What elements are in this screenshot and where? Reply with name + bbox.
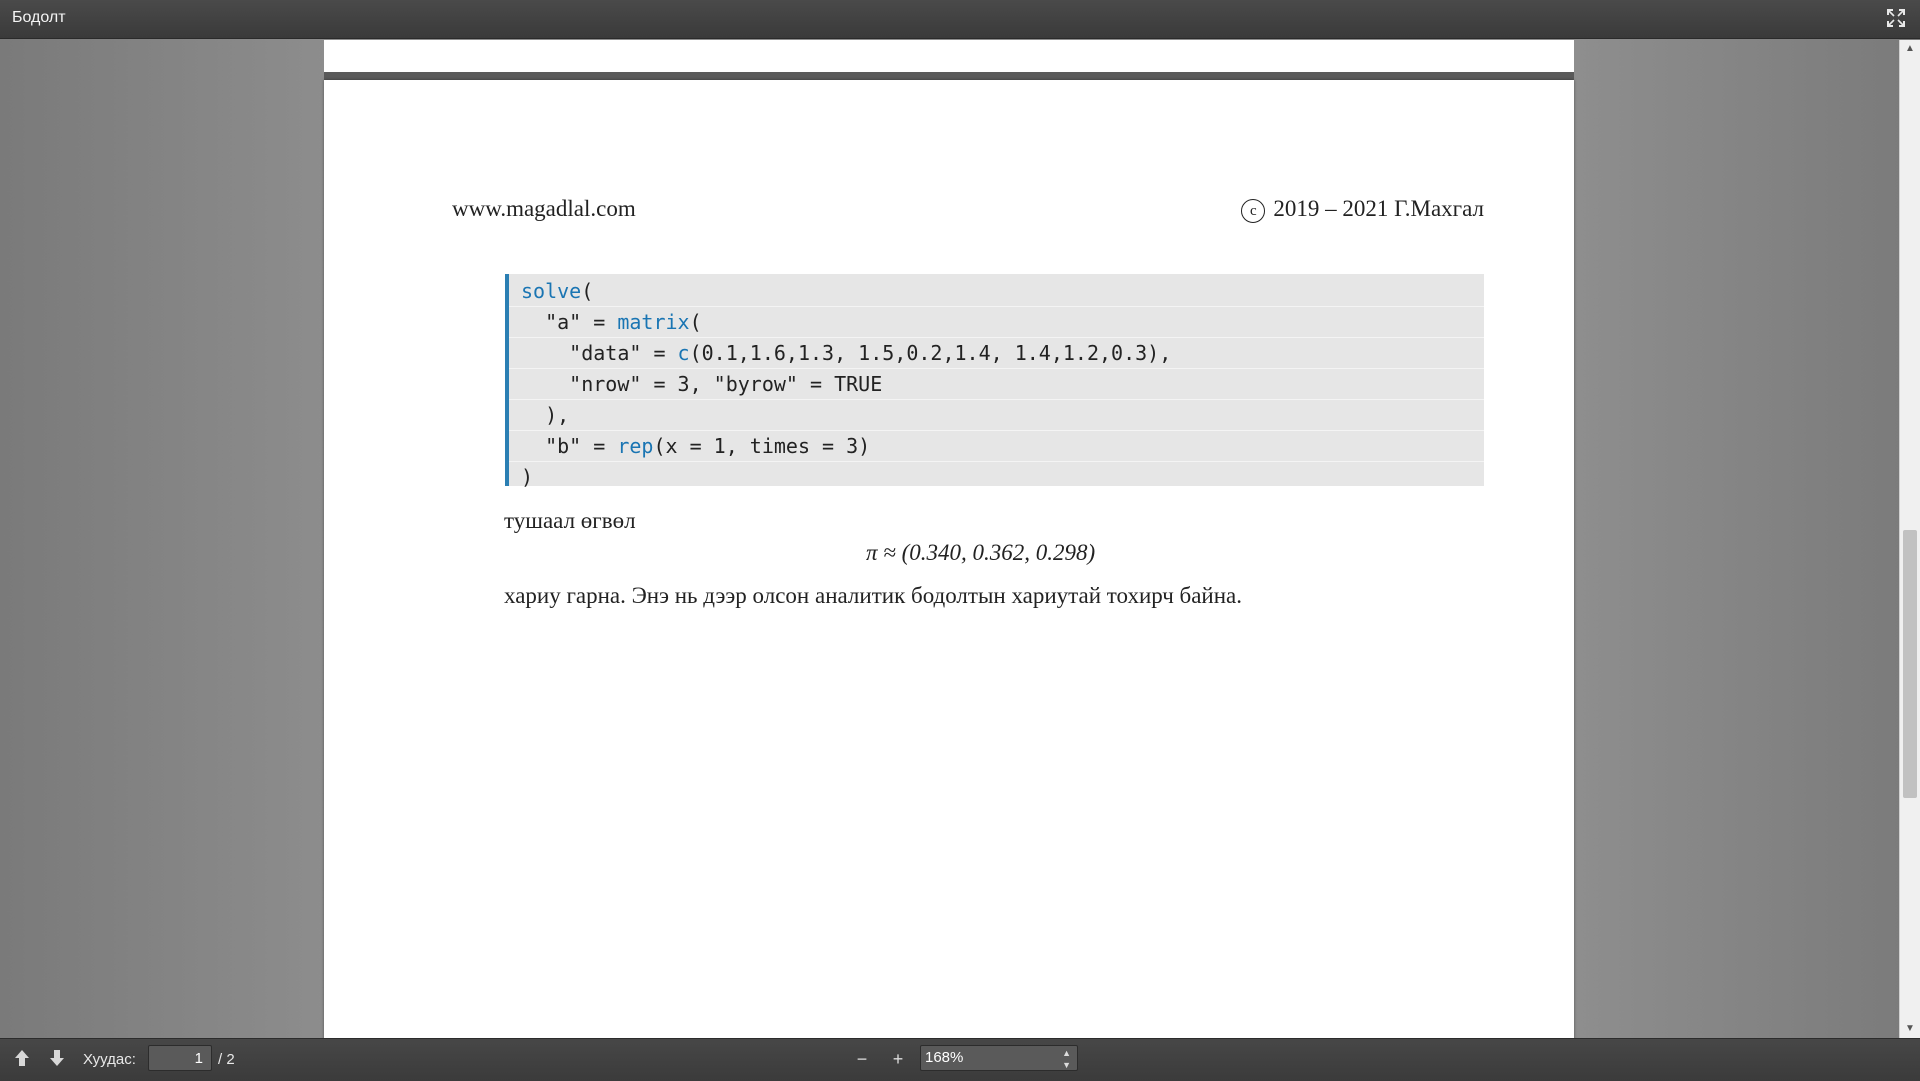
header-copyright: c 2019 – 2021 Г.Махгал (1241, 196, 1484, 223)
copyright-text: 2019 – 2021 Г.Махгал (1273, 196, 1484, 221)
copyright-icon: c (1241, 199, 1266, 223)
code-text: "b" = (521, 434, 618, 458)
scrollbar-thumb[interactable] (1903, 530, 1917, 798)
window-title: Бодолт (12, 9, 66, 26)
code-function: c (677, 341, 690, 365)
zoom-in-button[interactable]: + (887, 1048, 909, 1070)
bottom-toolbar: Хуудас: / 2 − + 168% ▲▼ (0, 1038, 1920, 1081)
code-line: ) (521, 465, 534, 489)
fullscreen-icon[interactable] (1886, 8, 1906, 28)
zoom-out-button[interactable]: − (851, 1048, 873, 1070)
code-text: "data" = (521, 341, 678, 365)
code-line: "a" = matrix( (509, 307, 1484, 338)
code-line: ), (509, 400, 1484, 431)
title-bar: Бодолт (0, 0, 1920, 39)
code-block: solve( "a" = matrix( "data" = c(0.1,1.6,… (505, 274, 1484, 489)
code-text: "a" = (521, 310, 618, 334)
previous-page-bottom (324, 40, 1574, 73)
paragraph-text: тушаал өгвөл (504, 508, 636, 533)
code-text: ( (581, 279, 594, 303)
scroll-down-icon[interactable]: ▼ (1900, 1020, 1920, 1038)
code-function: solve (521, 279, 582, 303)
arrow-up-icon[interactable] (11, 1048, 33, 1070)
code-line: solve( (509, 276, 1484, 307)
vertical-scrollbar[interactable]: ▲ ▼ (1899, 40, 1920, 1038)
zoom-value: 168% (925, 1049, 964, 1066)
page-total: / 2 (218, 1051, 235, 1068)
formula: π ≈ (0.340, 0.362, 0.298) (866, 540, 1096, 565)
page-number-input[interactable] (148, 1045, 212, 1071)
document-viewer[interactable]: www.magadlal.com c 2019 – 2021 Г.Махгал s… (0, 40, 1920, 1038)
header-website: www.magadlal.com (452, 196, 636, 221)
select-arrows-icon: ▲ ▼ (1062, 1048, 1071, 1070)
code-text: (x = 1, times = 3) (653, 434, 871, 458)
code-text: ( (689, 310, 702, 334)
paragraph-text: хариу гарна. Энэ нь дээр олсон аналитик … (504, 583, 1242, 608)
code-line: "data" = c(0.1,1.6,1.3, 1.5,0.2,1.4, 1.4… (509, 338, 1484, 369)
document-page: www.magadlal.com c 2019 – 2021 Г.Махгал s… (324, 80, 1574, 1038)
code-function: matrix (617, 310, 690, 334)
page-label: Хуудас: (83, 1051, 136, 1068)
scroll-up-icon[interactable]: ▲ (1900, 40, 1920, 58)
page-separator (324, 72, 1574, 80)
zoom-select[interactable]: 168% ▲ ▼ (920, 1045, 1078, 1071)
code-text: (0.1,1.6,1.3, 1.5,0.2,1.4, 1.4,1.2,0.3), (689, 341, 1172, 365)
code-line: "b" = rep(x = 1, times = 3) (509, 431, 1484, 462)
code-function: rep (617, 434, 654, 458)
code-line: "nrow" = 3, "byrow" = TRUE (509, 369, 1484, 400)
arrow-down-icon[interactable] (46, 1048, 68, 1070)
